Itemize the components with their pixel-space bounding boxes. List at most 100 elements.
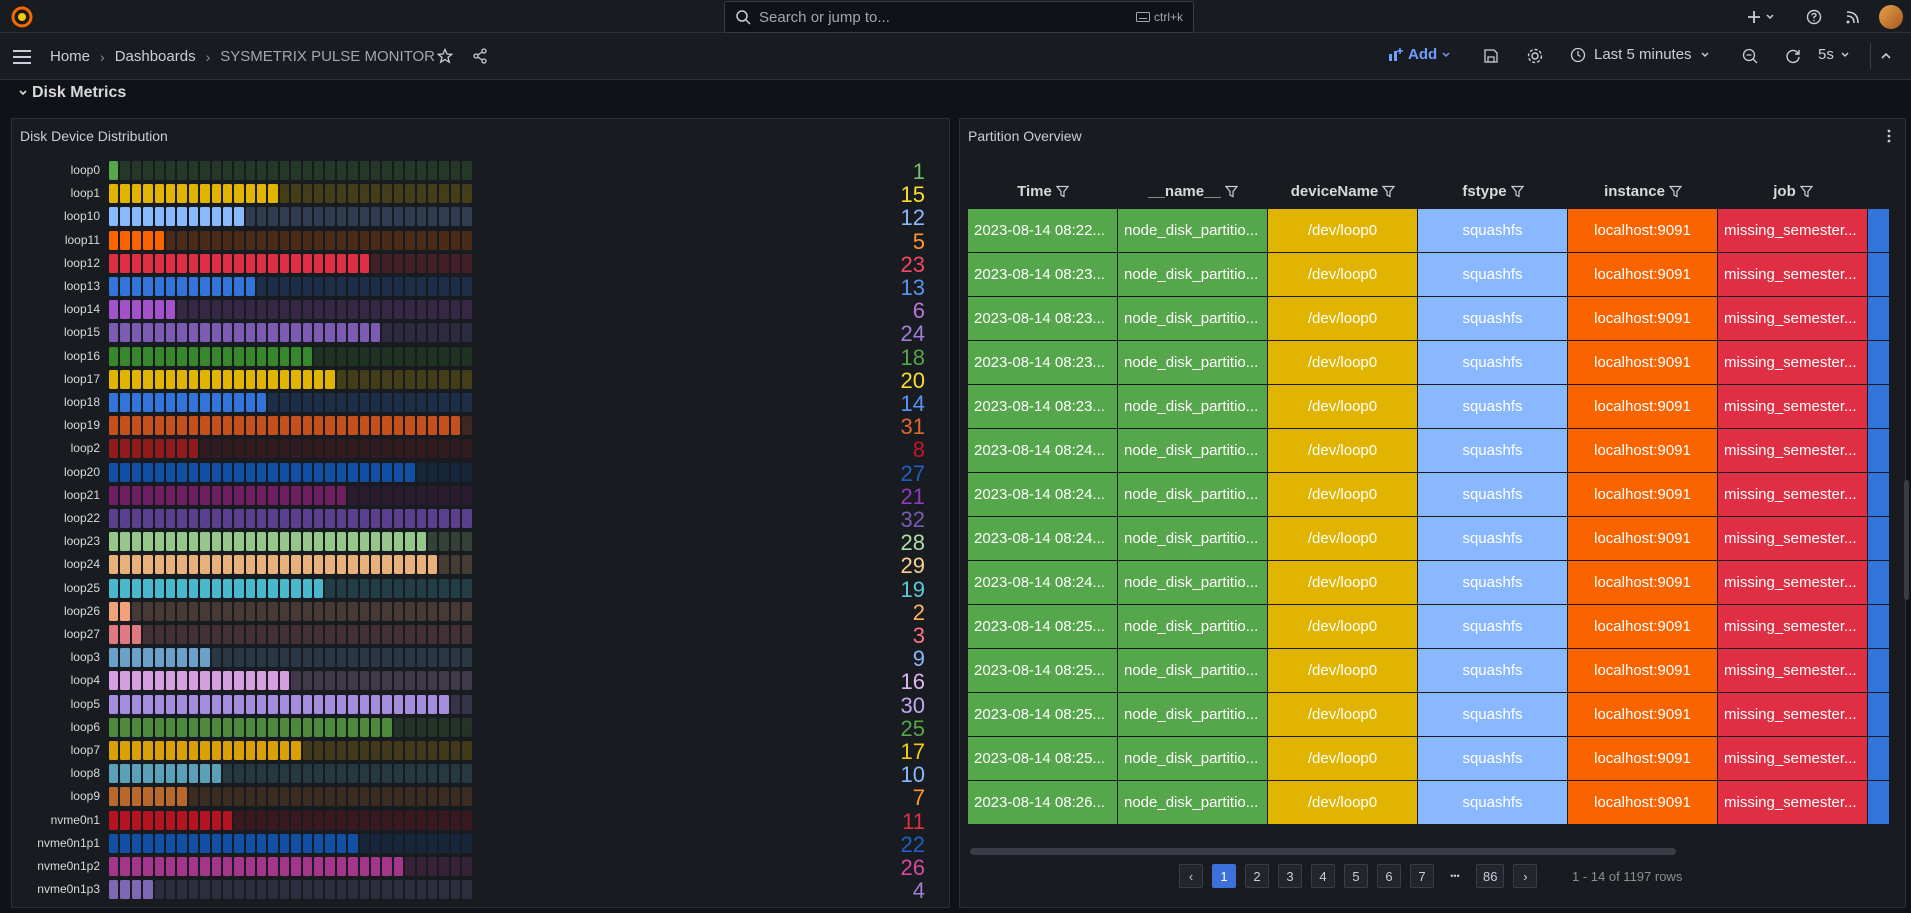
rows-info: 1 - 14 of 1197 rows (1572, 869, 1683, 884)
chevron-down-icon[interactable] (1760, 7, 1780, 27)
time-range-picker[interactable]: Last 5 minutes (1570, 46, 1710, 63)
bar-gauge-cell (439, 161, 449, 180)
page-button[interactable]: 7 (1410, 864, 1434, 888)
bar-gauge-cell (279, 184, 290, 204)
bar-gauge-cell (165, 323, 176, 343)
bar-gauge-cell (393, 439, 404, 459)
column-header[interactable]: job (1718, 177, 1868, 205)
table-cell: squashfs (1418, 209, 1568, 253)
bar-gauge-cell (359, 671, 369, 691)
table-cell-overflow (1868, 693, 1890, 737)
bar-gauge-cell (222, 857, 233, 876)
page-button[interactable]: 2 (1245, 864, 1269, 888)
page-button[interactable]: 86 (1476, 864, 1505, 888)
bar-gauge-cell (336, 787, 347, 807)
bar-gauge-cell (143, 764, 153, 784)
filter-icon[interactable] (1224, 185, 1238, 198)
bar-gauge-cell (257, 416, 267, 436)
table-cell-overflow (1868, 649, 1890, 693)
grafana-logo-icon[interactable] (11, 6, 33, 28)
settings-gear-icon[interactable] (1525, 46, 1545, 66)
filter-icon[interactable] (1510, 185, 1524, 198)
filter-icon[interactable] (1668, 185, 1682, 198)
bar-gauge-cell (348, 648, 358, 668)
bar-gauge-cell (450, 578, 461, 598)
panel-menu-icon[interactable] (1881, 127, 1897, 145)
page-button[interactable]: 3 (1278, 864, 1302, 888)
bar-gauge-cell (370, 857, 381, 876)
bar-gauge-cell (348, 810, 358, 830)
vertical-scrollbar[interactable] (1904, 480, 1909, 600)
menu-icon[interactable] (12, 47, 32, 67)
bar-gauge-cell (450, 184, 461, 204)
breadcrumb-home[interactable]: Home (50, 48, 90, 65)
bar-gauge-cell (359, 439, 369, 459)
bar-gauge-cell (348, 671, 358, 691)
add-button[interactable]: Add (1388, 46, 1451, 63)
page-button[interactable]: 4 (1311, 864, 1335, 888)
table-cell: node_disk_partitio... (1118, 737, 1268, 781)
bar-gauge-cell (211, 741, 221, 760)
bar-gauge-cell (382, 787, 392, 807)
filter-icon[interactable] (1382, 185, 1396, 198)
bar-gauge-cell (314, 532, 324, 552)
bar-gauge-cell (143, 184, 153, 204)
bar-gauge-cell (382, 601, 392, 621)
bar-gauge-cell (211, 346, 221, 366)
bar-gauge-cell (257, 601, 267, 621)
column-header[interactable]: deviceName (1268, 177, 1418, 205)
help-icon[interactable] (1804, 7, 1824, 27)
column-header-label: instance (1604, 182, 1665, 200)
bar-gauge-cell (336, 161, 347, 180)
page-button[interactable]: 5 (1344, 864, 1368, 888)
column-header[interactable]: __name__ (1118, 177, 1268, 205)
refresh-interval-picker[interactable]: 5s (1818, 46, 1850, 63)
table-cell: /dev/loop0 (1268, 517, 1418, 561)
bar-gauge-cell (131, 648, 142, 668)
filter-icon[interactable] (1799, 185, 1813, 198)
bar-gauge-cell (416, 439, 426, 459)
row-header-disk-metrics[interactable]: Disk Metrics (18, 84, 126, 102)
refresh-icon[interactable] (1783, 46, 1803, 66)
bar-gauge-cell (450, 230, 461, 250)
chevron-up-icon[interactable] (1876, 46, 1896, 66)
bar-gauge-label: loop0 (70, 163, 100, 177)
bar-gauge-cell (382, 555, 392, 575)
column-header[interactable]: instance (1568, 177, 1718, 205)
breadcrumb-dashboards[interactable]: Dashboards (115, 48, 196, 65)
filter-icon[interactable] (1055, 185, 1069, 198)
star-icon[interactable] (435, 46, 455, 66)
share-icon[interactable] (470, 46, 490, 66)
panel-title: Partition Overview (968, 128, 1082, 144)
bar-gauge: loop0 1 loop1 15 loop10 12 loop11 5 loop12 23 loop… (12, 159, 951, 904)
bar-gauge-cell (120, 741, 130, 760)
bar-gauge-cell (211, 601, 221, 621)
bar-gauge-cell (359, 532, 369, 552)
bar-gauge-cell (211, 532, 221, 552)
horizontal-scrollbar[interactable] (970, 848, 1676, 855)
prev-page-button[interactable]: ‹ (1179, 864, 1203, 888)
search-input[interactable]: Search or jump to... ctrl+k (724, 1, 1194, 33)
user-avatar[interactable] (1879, 5, 1903, 29)
bar-gauge-cell (325, 462, 335, 482)
bar-gauge-cell (188, 578, 199, 598)
bar-gauge-row: loop26 2 (12, 600, 951, 625)
column-header[interactable]: Time (968, 177, 1118, 205)
page-button[interactable]: 6 (1377, 864, 1401, 888)
bar-gauge-cell (439, 833, 449, 853)
bar-gauge-cell (143, 369, 153, 389)
column-header[interactable]: fstype (1418, 177, 1568, 205)
save-icon[interactable] (1481, 46, 1501, 66)
chevron-down-icon (19, 90, 27, 96)
bar-gauge-cell (131, 857, 142, 876)
news-icon[interactable] (1843, 7, 1863, 27)
table-cell: /dev/loop0 (1268, 605, 1418, 649)
bar-gauge-cell (427, 161, 438, 180)
bar-gauge-row: loop11 5 (12, 229, 951, 254)
bar-gauge-cell (393, 509, 404, 528)
bar-gauge-cell (302, 764, 313, 784)
next-page-button[interactable]: › (1513, 864, 1538, 888)
table-cell: squashfs (1418, 517, 1568, 561)
page-button[interactable]: 1 (1212, 864, 1236, 888)
zoom-out-icon[interactable] (1740, 46, 1760, 66)
